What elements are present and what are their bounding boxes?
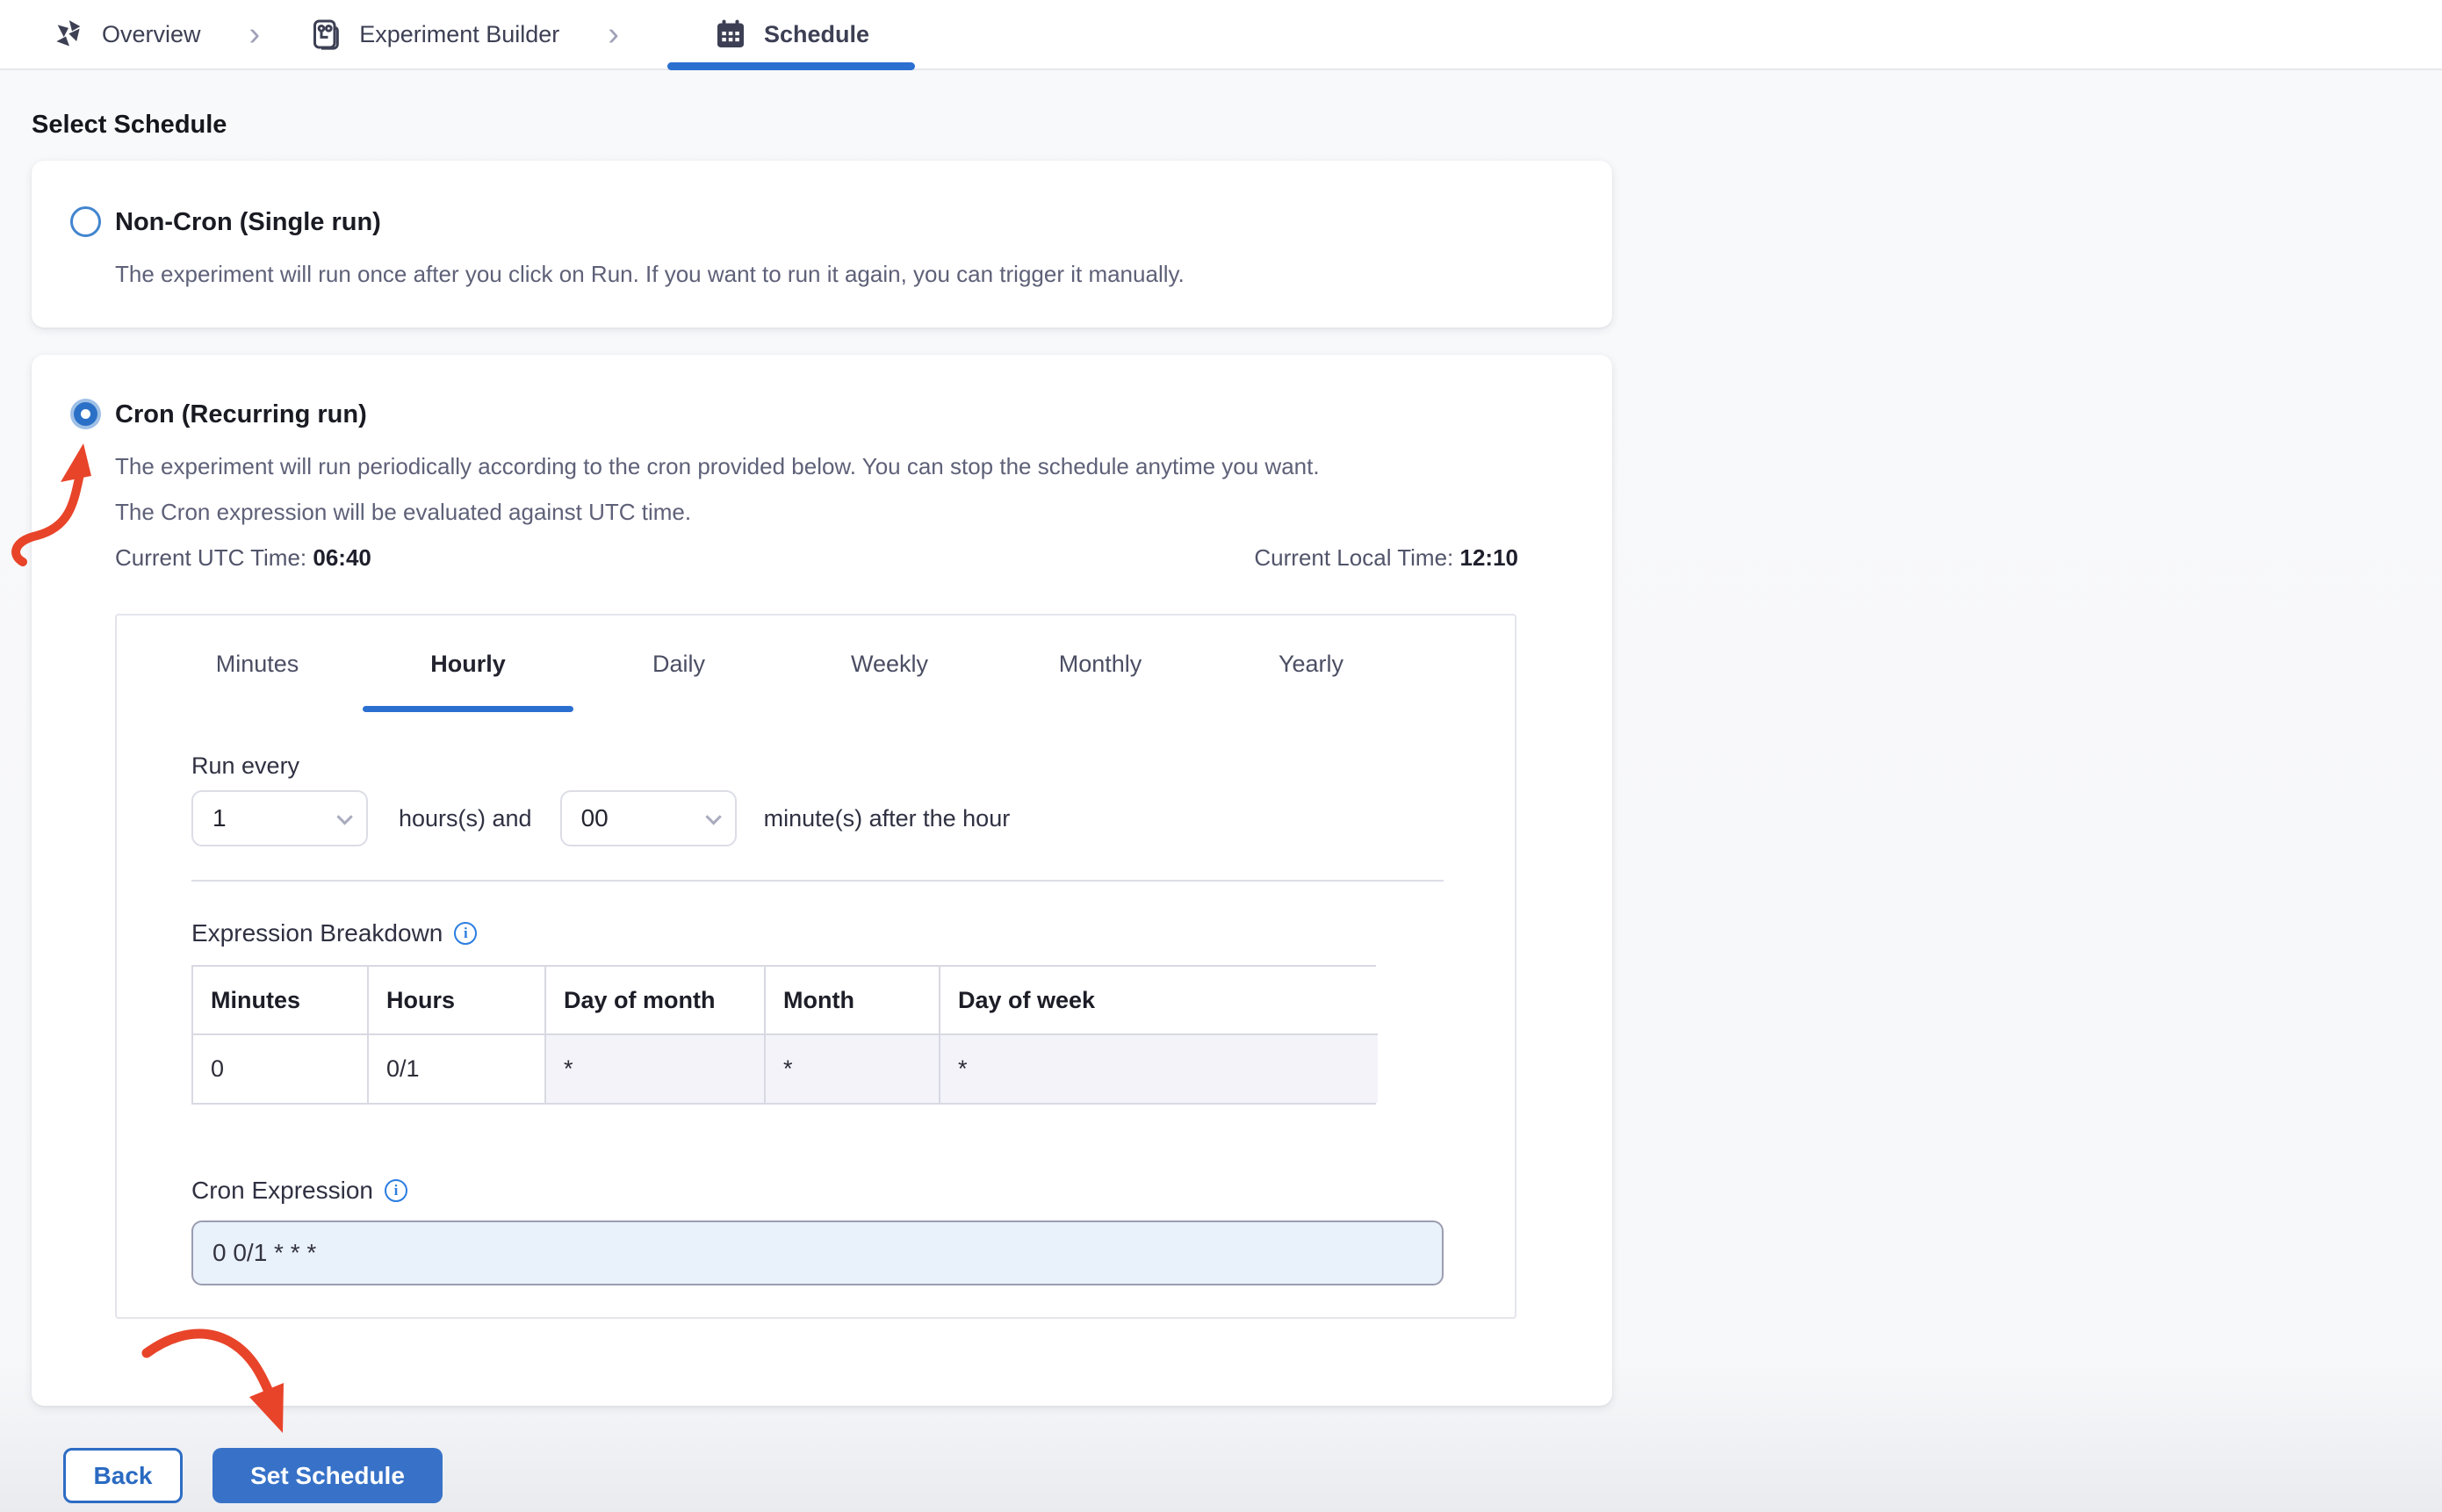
cron-expression-label: Cron Expression [191,1177,373,1204]
hours-suffix-label: hours(s) and [399,804,532,832]
cron-description-2: The Cron expression will be evaluated ag… [115,499,692,525]
set-schedule-button[interactable]: Set Schedule [213,1448,443,1503]
chevron-right-icon: › [608,15,619,53]
run-every-label: Run every [191,752,300,779]
cron-expression-input[interactable] [191,1220,1444,1285]
utc-time-value: 06:40 [313,544,371,571]
tab-daily[interactable]: Daily [573,616,784,712]
tab-monthly[interactable]: Monthly [995,616,1206,712]
hours-select[interactable]: 1 [191,790,368,846]
frequency-tabs: Minutes Hourly Daily Weekly Monthly Year… [117,616,1515,712]
footer-actions: Back Set Schedule [63,1448,2410,1503]
breakdown-day-of-week-value: * [940,1035,1378,1103]
non-cron-description: The experiment will run once after you c… [115,261,1185,287]
breakdown-day-of-month-value: * [546,1035,766,1103]
cron-radio[interactable] [70,399,101,429]
breadcrumb-item-experiment-builder[interactable]: Experiment Builder [308,0,559,68]
column-header: Month [766,967,940,1035]
non-cron-radio[interactable] [70,206,101,237]
breadcrumb: Overview › Experiment Builder › Schedule [0,0,2442,70]
cron-scheduler-panel: Minutes Hourly Daily Weekly Monthly Year… [115,614,1516,1319]
chevron-right-icon: › [249,15,261,53]
column-header: Minutes [193,967,369,1035]
breadcrumb-item-overview[interactable]: Overview [51,0,201,68]
info-icon[interactable]: i [454,922,478,945]
current-times-row: Current UTC Time: 06:40 Current Local Ti… [115,544,1518,572]
tab-yearly[interactable]: Yearly [1206,616,1416,712]
cron-description-1: The experiment will run periodically acc… [115,453,1320,479]
tab-weekly[interactable]: Weekly [784,616,995,712]
cron-title: Cron (Recurring run) [115,400,367,428]
column-header: Hours [369,967,546,1035]
column-header: Day of week [940,967,1378,1035]
calendar-icon [713,17,748,52]
breakdown-hours-value: 0/1 [369,1035,546,1103]
builder-document-icon [308,17,343,52]
breadcrumb-label: Schedule [763,20,869,47]
non-cron-title: Non-Cron (Single run) [115,207,381,236]
hours-select-value: 1 [213,804,227,832]
expression-breakdown-label: Expression Breakdown [191,919,443,947]
current-utc-time: Current UTC Time: 06:40 [115,544,371,571]
minutes-select[interactable]: 00 [559,790,737,846]
tab-hourly[interactable]: Hourly [363,616,573,712]
minutes-select-value: 00 [580,804,609,832]
breadcrumb-label: Experiment Builder [359,20,560,47]
breakdown-month-value: * [766,1035,940,1103]
tab-minutes[interactable]: Minutes [152,616,363,712]
run-every-controls: 1 hours(s) and 00 minute(s) after the ho… [191,790,1515,846]
breakdown-minutes-value: 0 [193,1035,369,1103]
non-cron-option-card: Non-Cron (Single run) The experiment wil… [32,161,1612,328]
chevron-down-icon [336,808,353,825]
section-divider [191,880,1444,882]
chevron-down-icon [705,808,722,825]
schedule-page: Overview › Experiment Builder › Schedule… [0,0,2442,1512]
current-local-time: Current Local Time: 12:10 [1254,544,1519,571]
breadcrumb-label: Overview [102,20,201,47]
tab-hourly-underline [363,706,573,712]
main-content: Select Schedule Non-Cron (Single run) Th… [0,70,2442,1503]
local-time-value: 12:10 [1459,544,1519,571]
minutes-suffix-label: minute(s) after the hour [763,804,1011,832]
page-title: Select Schedule [32,111,227,139]
back-button[interactable]: Back [63,1448,183,1503]
cron-option-card: Cron (Recurring run) The experiment will… [32,355,1612,1406]
active-tab-underline [666,62,915,70]
expression-breakdown-table: Minutes Hours Day of month Month Day of … [191,965,1378,1105]
column-header: Day of month [546,967,766,1035]
breadcrumb-item-schedule[interactable]: Schedule [666,0,915,70]
chaos-pinwheel-icon [51,17,86,52]
info-icon[interactable]: i [384,1179,407,1202]
